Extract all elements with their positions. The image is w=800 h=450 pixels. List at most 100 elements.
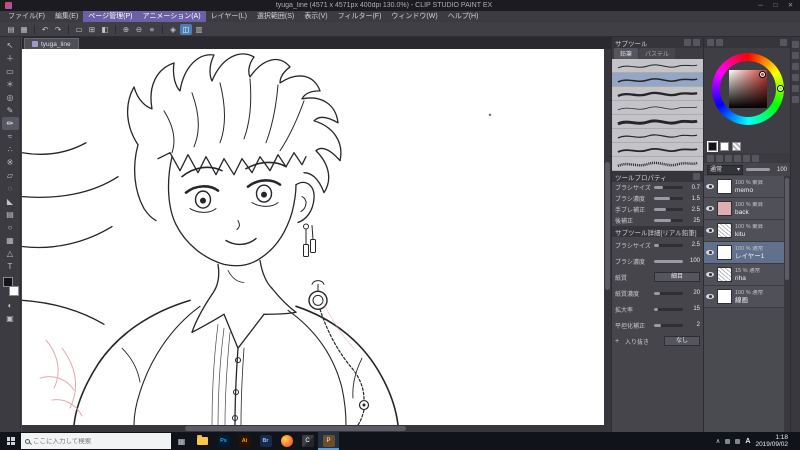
menu-layer[interactable]: レイヤー(L) xyxy=(206,11,252,22)
subtool-item[interactable] xyxy=(612,59,703,73)
operation-tool-icon[interactable]: ↖ xyxy=(2,39,19,52)
layer-row[interactable]: 100 % 乗算 kitu xyxy=(704,220,790,242)
auto-select-tool-icon[interactable]: ＊ xyxy=(2,78,19,91)
start-button[interactable] xyxy=(0,432,21,450)
brush-tool-icon[interactable]: ≈ xyxy=(2,130,19,143)
clip-studio-button[interactable]: C xyxy=(297,432,318,450)
taskbar-clock[interactable]: 1:18 2019/09/02 xyxy=(755,434,788,449)
new-folder-icon[interactable] xyxy=(716,154,723,162)
snap-grid-icon[interactable]: ▥ xyxy=(193,24,205,35)
dock-item-icon[interactable] xyxy=(792,96,799,103)
property-value[interactable]: 1.5 xyxy=(686,196,700,202)
zoom-out-icon[interactable]: ⊖ xyxy=(133,24,145,35)
tray-volume-icon[interactable] xyxy=(735,438,741,444)
search-input[interactable] xyxy=(33,437,167,445)
panel-menu-icon[interactable] xyxy=(684,39,691,46)
panel-menu-icon[interactable] xyxy=(693,173,700,180)
minimize-button[interactable]: ─ xyxy=(753,0,768,11)
subtool-item[interactable] xyxy=(612,143,703,157)
frame-tool-icon[interactable]: ▦ xyxy=(2,234,19,247)
canvas[interactable] xyxy=(22,49,604,425)
scrollbar-thumb[interactable] xyxy=(785,178,789,281)
delete-layer-icon[interactable] xyxy=(752,154,759,162)
photoshop-button[interactable]: Ps xyxy=(213,432,234,450)
lock-alpha-icon[interactable] xyxy=(743,154,750,162)
eraser-tool-icon[interactable]: ▱ xyxy=(2,169,19,182)
selection-tool-icon[interactable]: ▭ xyxy=(2,65,19,78)
background-color-swatch[interactable] xyxy=(8,286,19,296)
layer-row[interactable]: 100 % 乗算 memo xyxy=(704,176,790,198)
taskbar-search[interactable] xyxy=(21,433,171,449)
layer-thumbnail[interactable] xyxy=(717,267,732,282)
pencil-tool-icon[interactable]: ✏ xyxy=(1,117,19,130)
transparent-color-chip[interactable] xyxy=(732,142,741,151)
bridge-button[interactable]: Br xyxy=(255,432,276,450)
snap-ruler-icon[interactable]: ◈ xyxy=(167,24,179,35)
menu-view[interactable]: 表示(V) xyxy=(299,11,332,22)
menu-file[interactable]: ファイル(F) xyxy=(3,11,50,22)
blend-tool-icon[interactable]: ◌ xyxy=(2,182,19,195)
layer-visibility-eye-icon[interactable] xyxy=(706,294,714,299)
grid-icon[interactable]: ≡ xyxy=(146,24,158,35)
menu-selection[interactable]: 選択範囲(S) xyxy=(252,11,299,22)
tray-network-icon[interactable] xyxy=(725,438,731,444)
blend-mode-select[interactable]: 通常 ▾ xyxy=(707,164,743,175)
paper-texture-select[interactable]: 細目 xyxy=(654,272,700,282)
maximize-button[interactable]: □ xyxy=(768,0,783,11)
layer-row[interactable]: 100 % 通常 線画 xyxy=(704,286,790,308)
main-color-chip[interactable] xyxy=(707,141,718,152)
fill-tool-icon[interactable]: ◣ xyxy=(2,195,19,208)
dock-info-icon[interactable] xyxy=(792,74,799,81)
quick-mask-icon[interactable]: ▣ xyxy=(2,312,19,325)
menu-filter[interactable]: フィルター(F) xyxy=(333,11,387,22)
menu-page-manage[interactable]: ページ管理(P) xyxy=(83,11,138,22)
select-area-icon[interactable]: ⊞ xyxy=(86,24,98,35)
color-wheel-tab-icon[interactable] xyxy=(707,39,714,46)
layer-thumbnail[interactable] xyxy=(717,289,732,304)
scrollbar-thumb[interactable] xyxy=(184,426,407,431)
layer-opacity-value[interactable]: 100 xyxy=(773,167,787,173)
layer-opacity-slider[interactable] xyxy=(746,168,770,171)
foreground-color-swatch[interactable] xyxy=(2,277,13,287)
layer-row[interactable]: 15 % 通常 riha xyxy=(704,264,790,286)
invert-select-icon[interactable]: ◧ xyxy=(99,24,111,35)
property-slider[interactable] xyxy=(654,208,683,211)
redo-icon[interactable]: ↷ xyxy=(52,24,64,35)
brush-density-value[interactable]: 100 xyxy=(686,258,700,264)
subtool-item[interactable] xyxy=(612,101,703,115)
subtool-item[interactable] xyxy=(612,115,703,129)
firefox-button[interactable] xyxy=(276,432,297,450)
layer-thumbnail[interactable] xyxy=(717,179,732,194)
menu-edit[interactable]: 編集(E) xyxy=(50,11,83,22)
brush-size-value[interactable]: 2.5 xyxy=(686,242,700,248)
property-slider[interactable] xyxy=(654,197,683,200)
canvas-vertical-scrollbar[interactable] xyxy=(604,49,611,425)
ruler-tool-icon[interactable]: △ xyxy=(2,247,19,260)
texture-density-slider[interactable] xyxy=(654,291,683,295)
clipping-icon[interactable] xyxy=(725,154,732,162)
dock-history-icon[interactable] xyxy=(792,52,799,59)
layer-visibility-eye-icon[interactable] xyxy=(706,250,714,255)
layer-visibility-eye-icon[interactable] xyxy=(706,206,714,211)
layer-thumbnail[interactable] xyxy=(717,245,732,260)
dock-material-icon[interactable] xyxy=(792,63,799,70)
zoom-in-icon[interactable]: ⊕ xyxy=(120,24,132,35)
scale-slider[interactable] xyxy=(654,307,683,311)
panel-close-icon[interactable] xyxy=(693,39,700,46)
property-slider[interactable] xyxy=(654,219,683,222)
new-layer-icon[interactable] xyxy=(707,154,714,162)
dock-navigator-icon[interactable] xyxy=(792,41,799,48)
illustrator-button[interactable]: Ai xyxy=(234,432,255,450)
layer-thumbnail[interactable] xyxy=(717,223,732,238)
undo-icon[interactable]: ↶ xyxy=(39,24,51,35)
clip-studio-paint-button[interactable]: P xyxy=(318,432,339,450)
text-tool-icon[interactable]: T xyxy=(2,260,19,273)
subtool-item[interactable] xyxy=(612,87,703,101)
menu-animation[interactable]: アニメーション(A) xyxy=(137,11,206,22)
ime-indicator[interactable]: A xyxy=(745,438,750,445)
menu-help[interactable]: ヘルプ(H) xyxy=(443,11,484,22)
save-icon[interactable]: ▦ xyxy=(18,24,30,35)
scrollbar-thumb[interactable] xyxy=(605,161,610,290)
panel-menu-icon[interactable] xyxy=(780,39,787,46)
deselect-icon[interactable]: ▭ xyxy=(73,24,85,35)
